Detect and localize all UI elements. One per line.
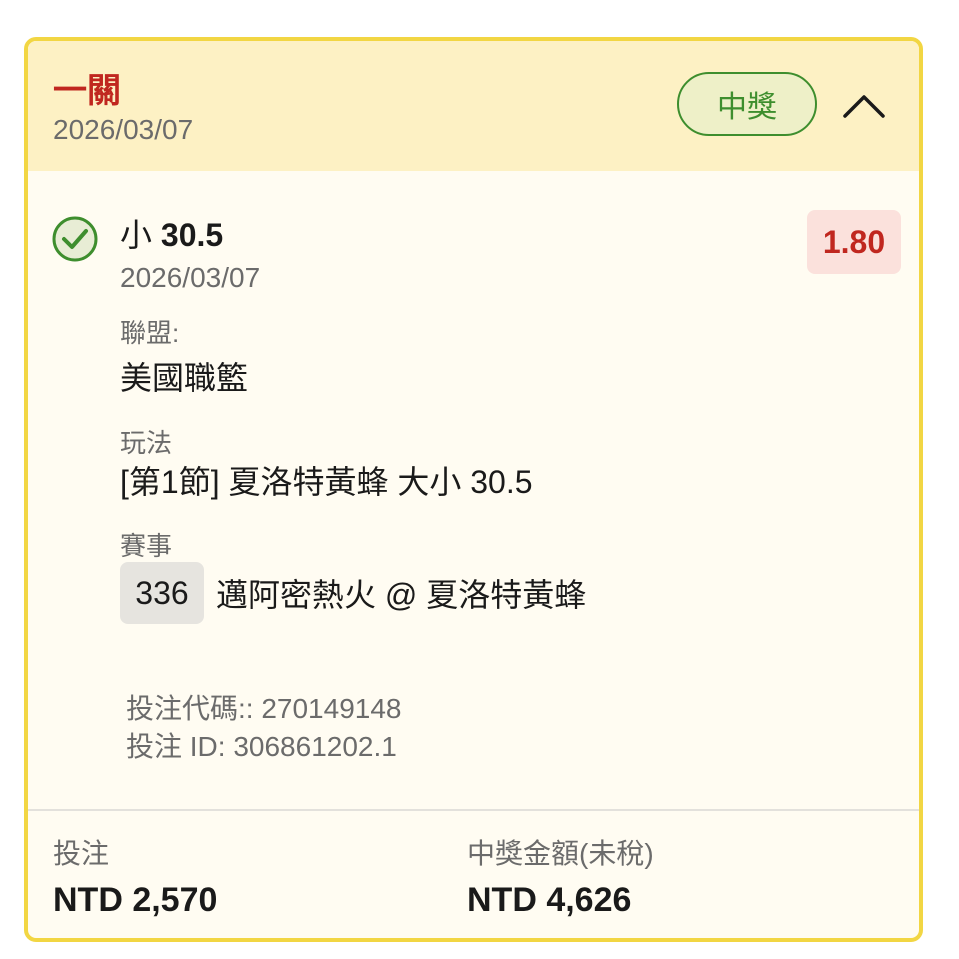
event-name: 邁阿密熱火 @ 夏洛特黃蜂 — [216, 577, 587, 613]
stake-label: 投注 — [53, 838, 110, 869]
check-circle-icon — [52, 216, 98, 262]
payout-value: NTD 4,626 — [467, 881, 632, 919]
selection-date: 2026/03/07 — [120, 262, 261, 293]
league-label: 聯盟: — [120, 318, 180, 348]
payout-label: 中獎金額(未稅) — [467, 838, 654, 869]
selection-name: 小 30.5 — [120, 215, 223, 255]
event-number: 336 — [120, 562, 204, 624]
bet-type-title: 一關 — [53, 72, 121, 110]
collapse-button[interactable] — [836, 81, 892, 129]
event-label: 賽事 — [120, 531, 173, 561]
divider — [28, 809, 919, 811]
bet-slip-card: 一關 2026/03/07 中獎 小 30.5 2026/03/07 1.80 … — [24, 37, 923, 942]
chevron-up-icon — [843, 95, 885, 118]
status-badge: 中獎 — [677, 72, 817, 136]
bet-code: 投注代碼:: 270149148 — [126, 693, 402, 724]
bet-date: 2026/03/07 — [53, 114, 194, 145]
card-header[interactable]: 一關 2026/03/07 中獎 — [28, 41, 919, 171]
market-label: 玩法 — [120, 428, 173, 458]
selection-line: 30.5 — [160, 217, 224, 253]
odds-badge: 1.80 — [807, 210, 901, 274]
selection-prefix: 小 — [120, 217, 153, 253]
market-value: [第1節] 夏洛特黃蜂 大小 30.5 — [120, 464, 533, 500]
league-value: 美國職籃 — [120, 360, 249, 396]
bet-id: 投注 ID: 306861202.1 — [126, 731, 397, 762]
stake-value: NTD 2,570 — [53, 881, 218, 919]
event-row: 336 邁阿密熱火 @ 夏洛特黃蜂 — [120, 562, 586, 624]
